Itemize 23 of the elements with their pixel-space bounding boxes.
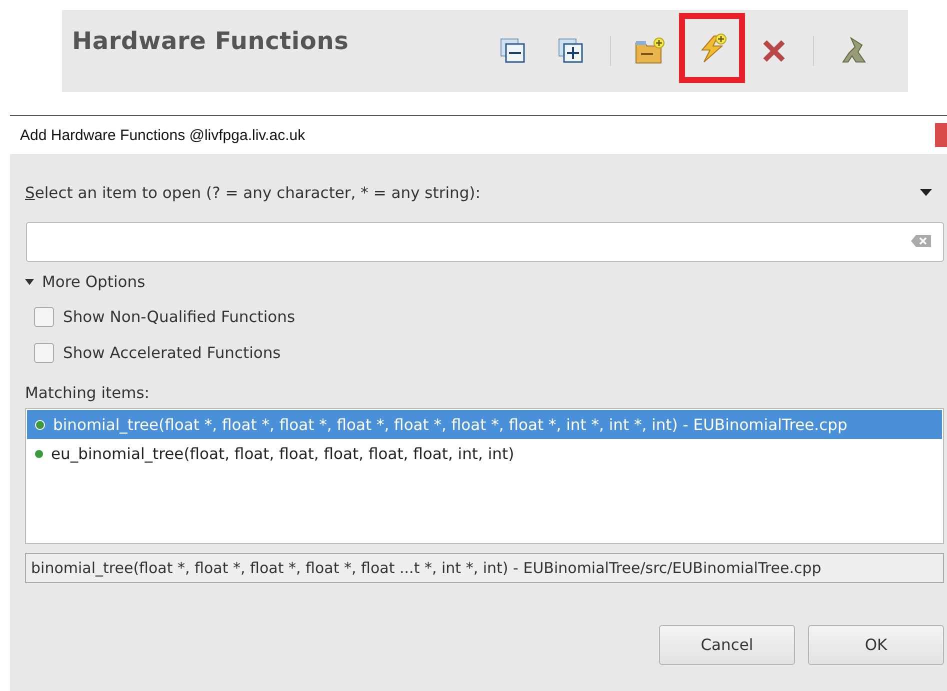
clear-icon[interactable] xyxy=(910,234,932,248)
dialog-title: Add Hardware Functions @livfpga.liv.ac.uk xyxy=(19,126,306,144)
function-icon xyxy=(35,450,43,458)
delete-icon[interactable] xyxy=(761,38,787,64)
ok-button[interactable]: OK xyxy=(808,625,944,665)
collapse-all-icon[interactable] xyxy=(500,38,526,64)
checkbox[interactable] xyxy=(34,307,54,327)
matching-items-label: Matching items: xyxy=(25,384,150,402)
expand-all-icon[interactable] xyxy=(558,38,584,64)
expander-icon[interactable] xyxy=(25,279,34,285)
prompt-label: Select an item to open (? = any character, * = any string): xyxy=(25,184,480,202)
folder-add-icon[interactable] xyxy=(635,37,665,65)
checkbox-label: Show Accelerated Functions xyxy=(63,344,281,362)
checkbox-label: Show Non-Qualified Functions xyxy=(63,308,296,326)
function-icon xyxy=(35,420,45,430)
more-options-toggle[interactable]: More Options xyxy=(25,272,944,292)
search-field[interactable] xyxy=(26,222,944,262)
list-item[interactable]: eu_binomial_tree(float, float, float, float, float, float, int, int) xyxy=(27,439,942,468)
cancel-button[interactable]: Cancel xyxy=(659,625,795,665)
dropdown-icon[interactable] xyxy=(920,189,932,197)
details-field: binomial_tree(float *, float *, float *, float *, float ...t *, int *, int) - EUBinomialTree/src/EUBinomialTree.cpp xyxy=(25,553,944,583)
view-title: Hardware Functions xyxy=(71,26,349,55)
checkbox[interactable] xyxy=(34,343,54,363)
